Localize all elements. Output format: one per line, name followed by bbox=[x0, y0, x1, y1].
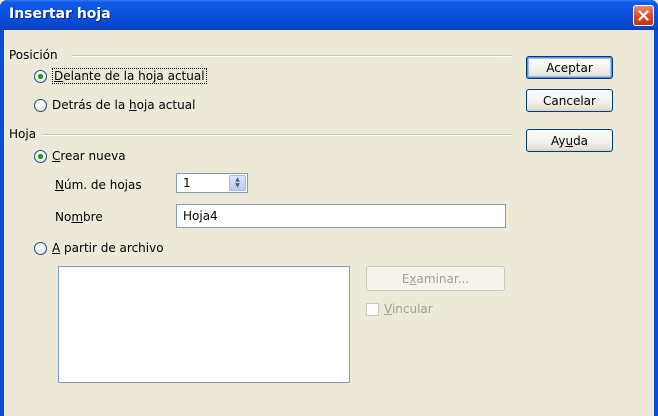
title-bar[interactable]: Insertar hoja bbox=[0, 0, 658, 30]
radio-button-unchecked[interactable] bbox=[34, 241, 47, 255]
num-sheets-label: Núm. de hojas bbox=[55, 178, 142, 192]
radio-button-checked[interactable] bbox=[34, 69, 47, 83]
radio-button-unchecked[interactable] bbox=[34, 98, 47, 112]
close-button[interactable] bbox=[633, 5, 654, 26]
cancel-button[interactable]: Cancelar bbox=[526, 89, 613, 112]
radio-create-new[interactable]: Crear nueva bbox=[34, 149, 126, 163]
spin-up-down-icon[interactable]: ▲ ▼ bbox=[229, 175, 246, 191]
radio-before-label: Delante de la hoja actual bbox=[52, 68, 207, 84]
file-sheets-listbox[interactable] bbox=[58, 266, 350, 383]
radio-from-file[interactable]: A partir de archivo bbox=[34, 241, 164, 255]
close-icon bbox=[638, 10, 649, 21]
sheet-group-label: Hoja bbox=[9, 127, 37, 141]
num-sheets-stepper[interactable]: 1 ▲ ▼ bbox=[176, 173, 248, 193]
sheet-name-input[interactable]: Hoja4 bbox=[176, 204, 506, 228]
dialog-body: Posición Delante de la hoja actual Detrá… bbox=[4, 30, 654, 416]
radio-button-checked[interactable] bbox=[34, 149, 47, 163]
sheet-name-value[interactable]: Hoja4 bbox=[183, 209, 218, 223]
help-button[interactable]: Ay u da bbox=[526, 129, 613, 152]
radio-create-new-label: Crear nueva bbox=[52, 149, 126, 163]
radio-after-label: Detrás de la hoja actual bbox=[52, 98, 196, 112]
ok-button[interactable]: Aceptar bbox=[526, 56, 613, 79]
link-checkbox[interactable]: Vincular bbox=[366, 302, 433, 316]
position-group-label: Posición bbox=[9, 48, 58, 62]
num-sheets-value[interactable]: 1 bbox=[177, 176, 229, 190]
radio-from-file-label: A partir de archivo bbox=[52, 241, 164, 255]
window-title: Insertar hoja bbox=[9, 6, 111, 22]
link-checkbox-label: Vincular bbox=[384, 302, 433, 316]
radio-after-current-sheet[interactable]: Detrás de la hoja actual bbox=[34, 98, 195, 112]
insert-sheet-dialog: Insertar hoja Posición Delante de la hoj… bbox=[0, 0, 658, 416]
position-group-separator bbox=[72, 55, 512, 57]
name-label: Nombre bbox=[55, 210, 103, 224]
checkbox-box[interactable] bbox=[366, 302, 379, 316]
browse-button[interactable]: Ex aminar... bbox=[366, 266, 505, 291]
radio-before-current-sheet[interactable]: Delante de la hoja actual bbox=[34, 68, 207, 84]
sheet-group-separator bbox=[42, 134, 512, 136]
